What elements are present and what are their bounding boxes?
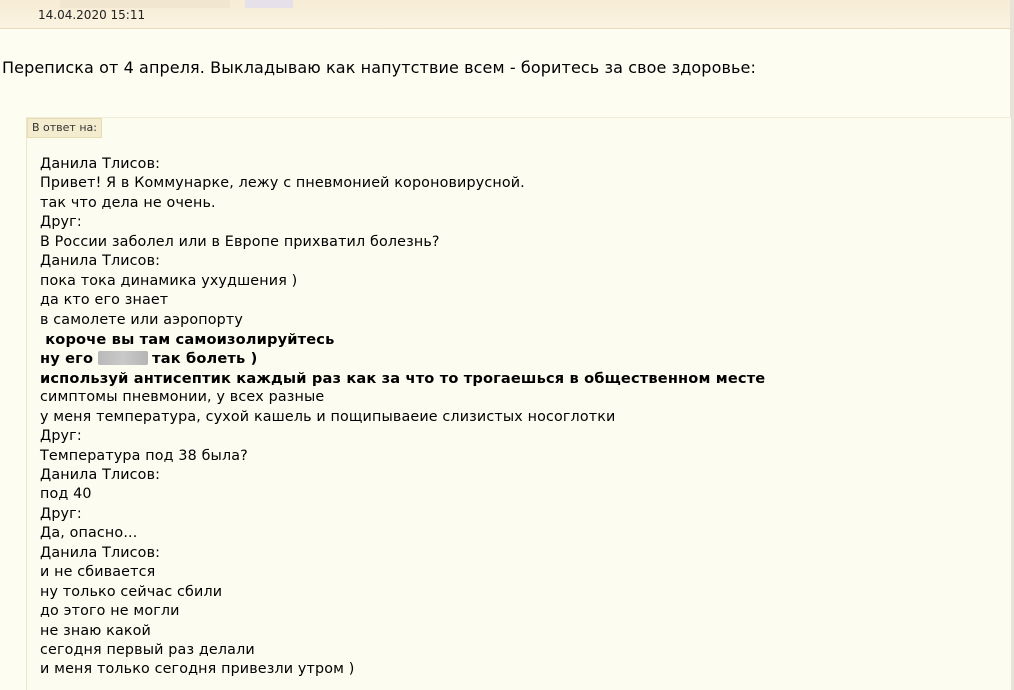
quote-line: Друг: [40,505,82,522]
quote-line: симптомы пневмонии, у всех разные [40,389,325,406]
quote-line: так что дела не очень. [40,194,216,211]
quote-line-bold-censored: ну его так болеть ) [40,349,765,368]
quote-line: В России заболел или в Европе прихватил … [40,233,440,250]
quote-line: ну только сейчас сбили [40,583,223,600]
quote-line: Друг: [40,214,82,231]
quote-line: и не сбивается [40,564,156,581]
header-blur-area [245,0,293,8]
quote-line: Друг: [40,428,82,445]
quote-line: пока тока динамика ухудшения ) [40,272,298,289]
quote-line: в самолете или аэропорту [40,311,243,328]
quote-line: Данила Тлисов: [40,253,161,270]
quote-lines: Данила Тлисов: Привет! Я в Коммунарке, л… [40,155,765,680]
post-intro-text: Переписка от 4 апреля. Выкладываю как на… [2,58,756,77]
quote-line: до этого не могли [40,603,180,620]
quote-line-bold: короче вы там самоизолируйтесь [40,330,335,348]
quote-label: В ответ на: [27,118,102,138]
quote-line: Данила Тлисов: [40,156,161,172]
quote-line: Привет! Я в Коммунарке, лежу с пневмоние… [40,175,525,192]
quote-block: В ответ на: Данила Тлисов: Привет! Я в К… [26,117,1011,690]
post-header-bar [0,0,1010,29]
header-blur-area [60,0,230,8]
quote-line: у меня температура, сухой кашель и пощип… [40,408,616,425]
quote-line: сегодня первый раз делали [40,641,255,658]
quote-line: Температура под 38 была? [40,447,248,464]
censored-word-blur [98,351,149,366]
quote-line-bold: используй антисептик каждый раз как за ч… [40,369,766,387]
line-part: так болеть ) [152,350,258,368]
quote-line: Данила Тлисов: [40,544,161,561]
line-part: ну его [40,350,94,368]
forum-post: 14.04.2020 15:11 Переписка от 4 апреля. … [0,0,1014,690]
quote-line: и меня только сегодня привезли утром ) [40,661,355,678]
quote-line: под 40 [40,486,92,503]
quote-line: Да, опасно... [40,525,138,542]
quote-line: не знаю какой [40,622,151,639]
quote-line: да кто его знает [40,292,169,309]
quote-line: Данила Тлисов: [40,467,161,483]
post-date: 14.04.2020 15:11 [38,8,146,22]
